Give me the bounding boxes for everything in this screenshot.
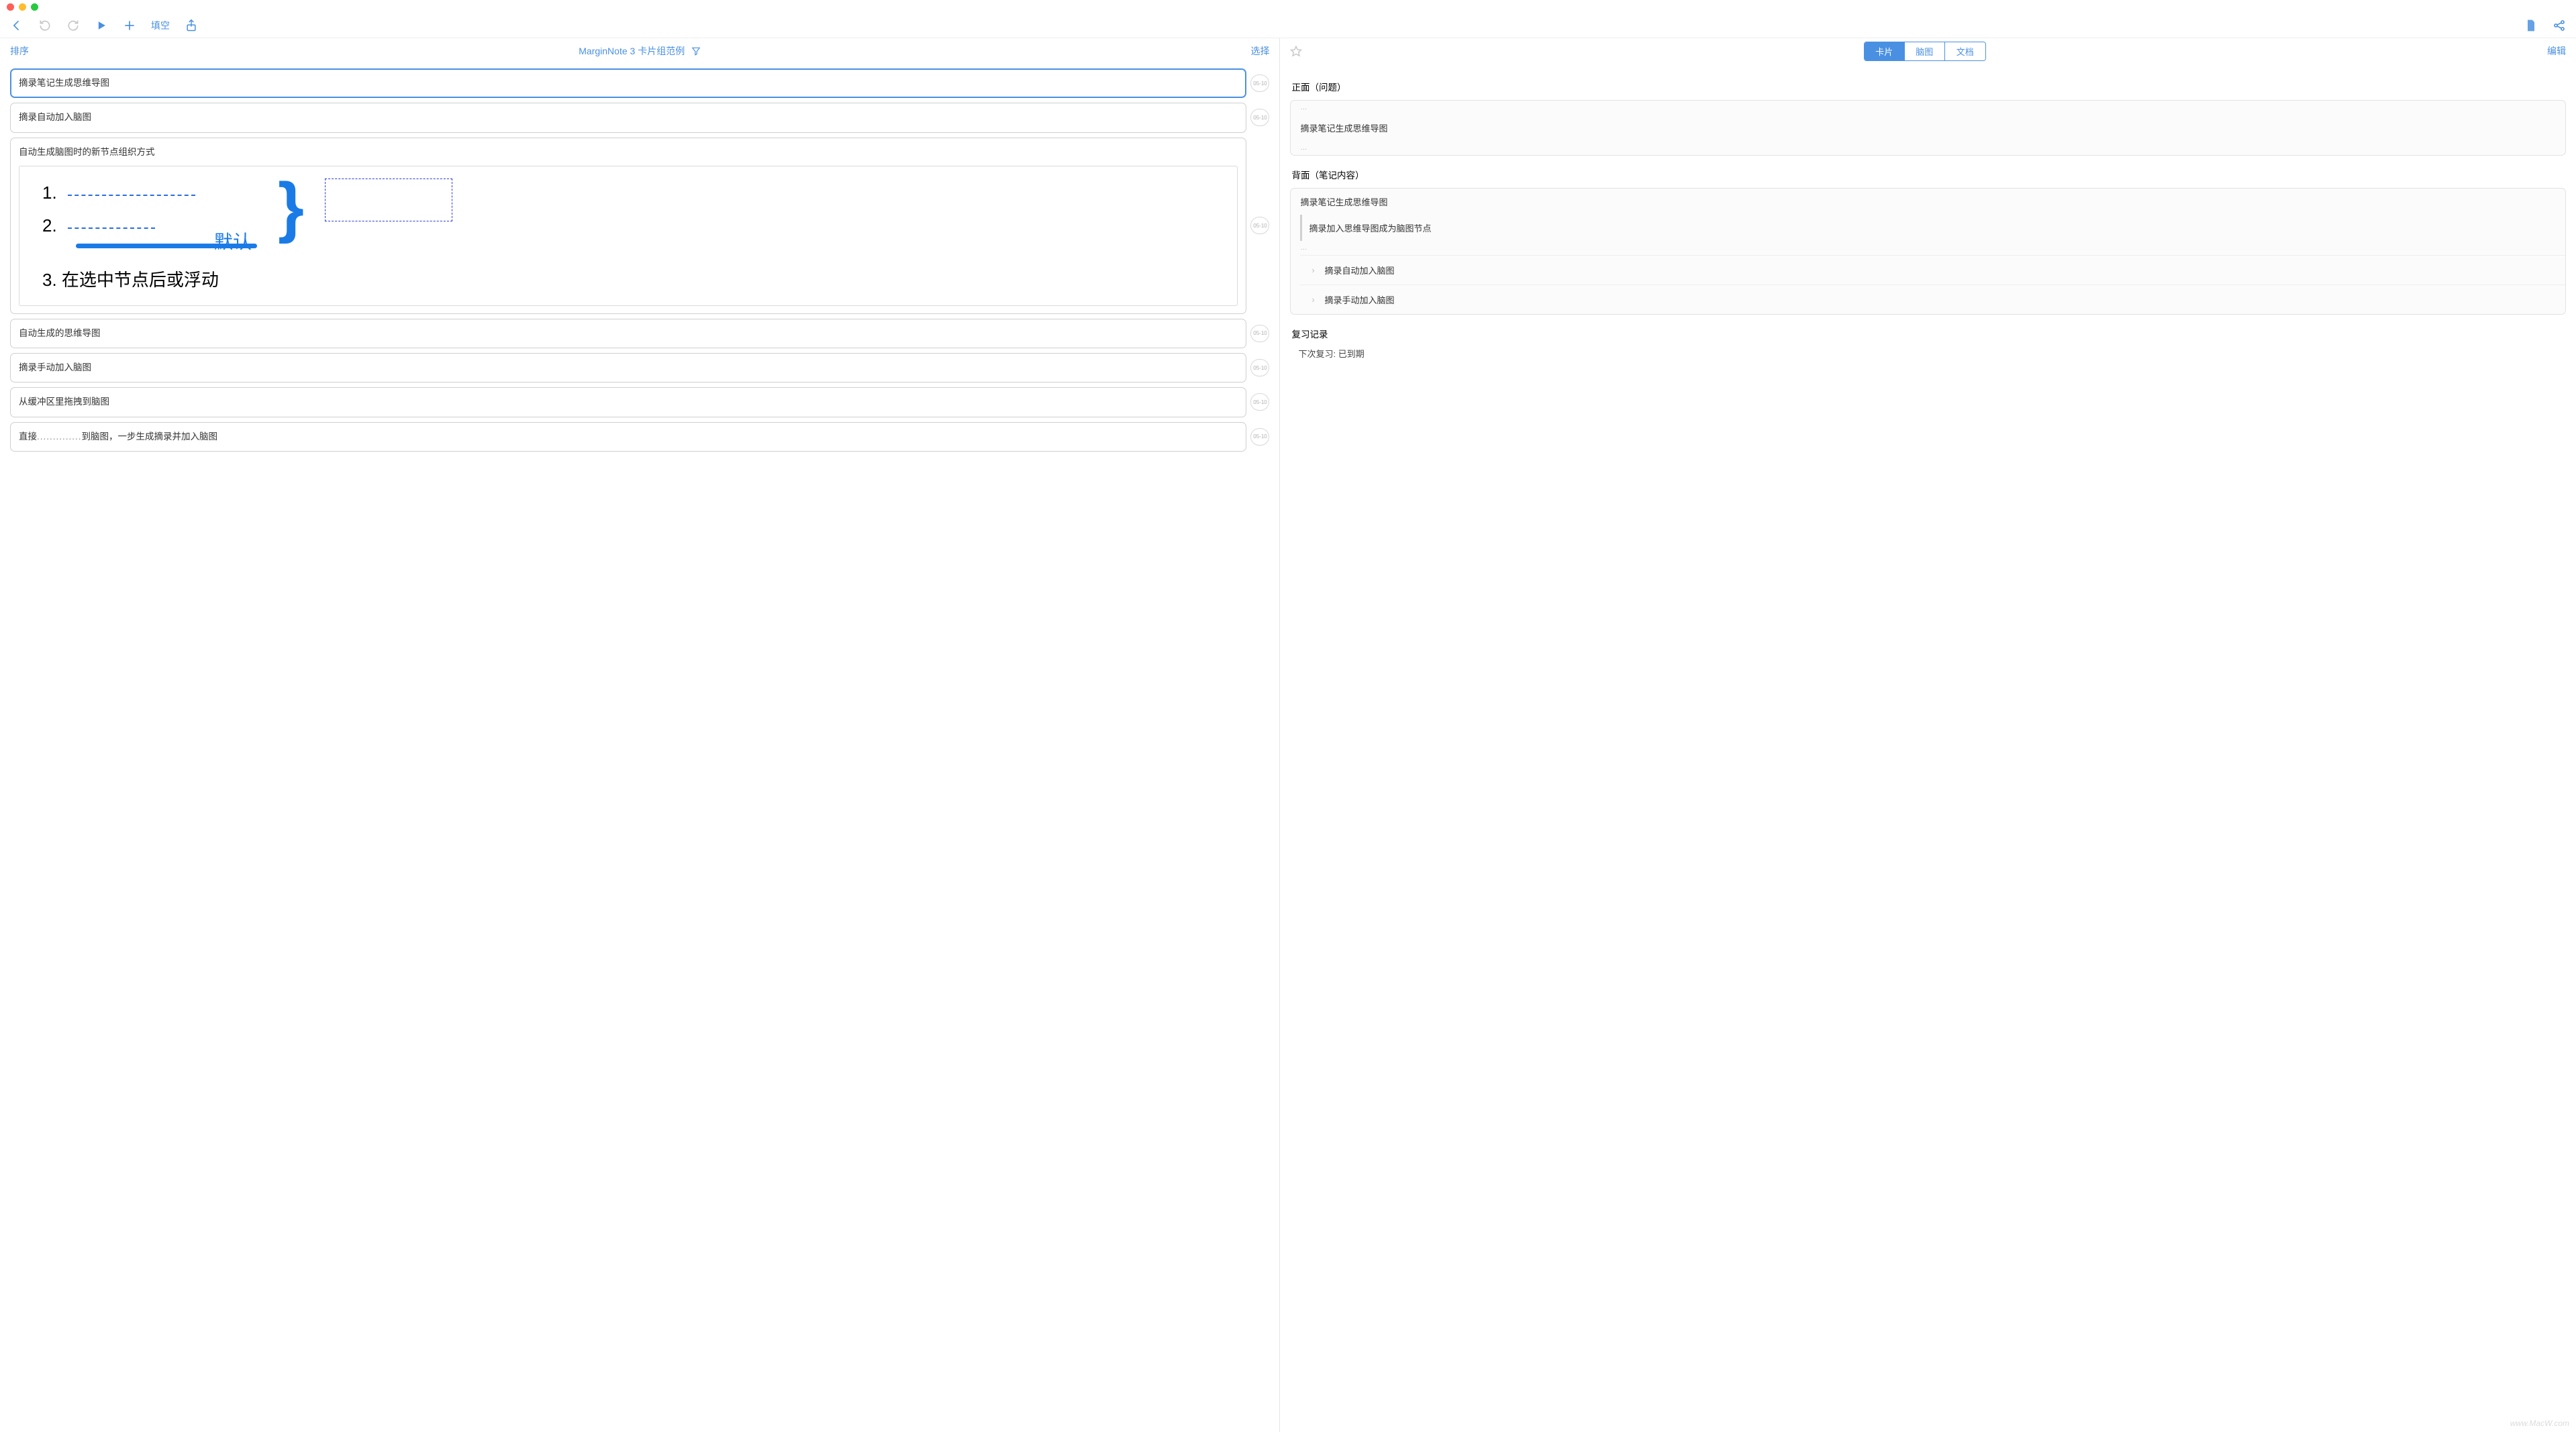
chevron-right-icon: › — [1309, 295, 1316, 305]
card-item[interactable]: 从缓冲区里拖拽到脑图 — [10, 387, 1246, 417]
card-date-chip: 05-10 — [1250, 428, 1269, 446]
card-item[interactable]: 摘录自动加入脑图 — [10, 103, 1246, 132]
detail-pane: 卡片 脑图 文档 编辑 正面（问题） … 摘录笔记生成思维导图 … 背面（笔记内… — [1280, 38, 2576, 1432]
card-title: 摘录笔记生成思维导图 — [19, 78, 109, 88]
ellipsis-row: … — [1291, 101, 2565, 115]
tab-document[interactable]: 文档 — [1945, 42, 1985, 60]
close-window-icon[interactable] — [7, 3, 14, 11]
card-title: 摘录自动加入脑图 — [19, 112, 91, 122]
document-icon[interactable] — [2524, 19, 2538, 32]
fill-blank-button[interactable]: 填空 — [151, 19, 170, 32]
card-date-chip: 05-10 — [1250, 359, 1269, 376]
card-item[interactable]: 摘录手动加入脑图 — [10, 353, 1246, 382]
back-sub-link[interactable]: › 摘录手动加入脑图 — [1300, 285, 2565, 314]
card-list-pane: 排序 MarginNote 3 卡片组范例 选择 摘录笔记生成思维导图 05-1… — [0, 38, 1280, 1432]
back-sub-label: 摘录自动加入脑图 — [1324, 264, 1394, 276]
card-date-chip: 05-10 — [1250, 393, 1269, 411]
deck-title: MarginNote 3 卡片组范例 — [579, 44, 685, 58]
card-item[interactable]: 摘录笔记生成思维导图 — [10, 68, 1246, 98]
back-line-1: 摘录笔记生成思维导图 — [1291, 189, 2565, 215]
watermark: www.MacW.com — [2510, 1419, 2569, 1428]
front-section-label: 正面（问题） — [1291, 80, 2566, 93]
share-icon[interactable] — [185, 19, 198, 32]
front-text: 摘录笔记生成思维导图 — [1291, 115, 2565, 141]
thumb-row-3: 3. 在选中节点后或浮动 — [42, 267, 1228, 293]
maximize-window-icon[interactable] — [31, 3, 38, 11]
card-title: 摘录手动加入脑图 — [19, 362, 91, 372]
back-panel: 摘录笔记生成思维导图 摘录加入思维导图成为脑图节点 … › 摘录自动加入脑图 › 摘… — [1290, 188, 2566, 315]
card-date-chip: 05-10 — [1250, 109, 1269, 126]
card-item[interactable]: 自动生成脑图时的新节点组织方式 1. 2. } 默认 3. 在选中节点后或浮动 — [10, 138, 1246, 314]
back-sub-link[interactable]: › 摘录自动加入脑图 — [1300, 255, 2565, 285]
card-title-post: 到脑图，一步生成摘录并加入脑图 — [82, 431, 218, 442]
card-date-chip: 05-10 — [1250, 217, 1269, 234]
sort-button[interactable]: 排序 — [10, 44, 29, 58]
thumb-big-label: 默认 — [214, 228, 252, 256]
view-segmented-control: 卡片 脑图 文档 — [1864, 42, 1986, 61]
titlebar — [0, 0, 2576, 13]
dashed-box-icon — [325, 178, 452, 221]
card-title: 从缓冲区里拖拽到脑图 — [19, 397, 109, 407]
back-line-2: 摘录加入思维导图成为脑图节点 — [1300, 215, 2565, 241]
share-graph-icon[interactable] — [2553, 19, 2566, 32]
front-panel: … 摘录笔记生成思维导图 … — [1290, 100, 2566, 156]
thumb-number-2: 2. — [42, 213, 57, 239]
card-title: 自动生成的思维导图 — [19, 328, 101, 338]
card-item[interactable]: 自动生成的思维导图 — [10, 319, 1246, 348]
card-date-chip: 05-10 — [1250, 325, 1269, 342]
back-section-label: 背面（笔记内容） — [1291, 168, 2566, 181]
card-thumbnail: 1. 2. } 默认 3. 在选中节点后或浮动 — [19, 166, 1238, 306]
review-status: 下次复习: 已到期 — [1298, 347, 2565, 360]
review-section-label: 复习记录 — [1291, 327, 2566, 340]
card-title: 自动生成脑图时的新节点组织方式 — [19, 146, 1238, 159]
toolbar: 填空 — [0, 13, 2576, 38]
tab-card[interactable]: 卡片 — [1865, 42, 1905, 60]
back-icon[interactable] — [10, 19, 23, 32]
card-title-pre: 直接 — [19, 431, 37, 442]
blank-placeholder: .............. — [37, 431, 82, 442]
undo-icon[interactable] — [38, 19, 52, 32]
edit-button[interactable]: 编辑 — [2547, 44, 2566, 58]
add-icon[interactable] — [123, 19, 136, 32]
card-list: 摘录笔记生成思维导图 05-10 摘录自动加入脑图 05-10 自动生成脑图时的… — [0, 64, 1279, 1432]
card-date-chip: 05-10 — [1250, 74, 1269, 92]
redo-icon[interactable] — [66, 19, 80, 32]
select-button[interactable]: 选择 — [1250, 44, 1269, 58]
back-sub-label: 摘录手动加入脑图 — [1324, 293, 1394, 306]
thumb-number-1: 1. — [42, 180, 57, 206]
minimize-window-icon[interactable] — [19, 3, 26, 11]
ellipsis-row: … — [1291, 241, 2565, 255]
ellipsis-row: … — [1291, 141, 2565, 155]
play-icon[interactable] — [95, 19, 108, 32]
brace-icon: } — [278, 176, 304, 237]
star-icon[interactable] — [1290, 45, 1302, 57]
chevron-right-icon: › — [1309, 265, 1316, 275]
card-item[interactable]: 直接..............到脑图，一步生成摘录并加入脑图 — [10, 422, 1246, 452]
filter-icon[interactable] — [691, 46, 701, 56]
tab-mindmap[interactable]: 脑图 — [1905, 42, 1945, 60]
